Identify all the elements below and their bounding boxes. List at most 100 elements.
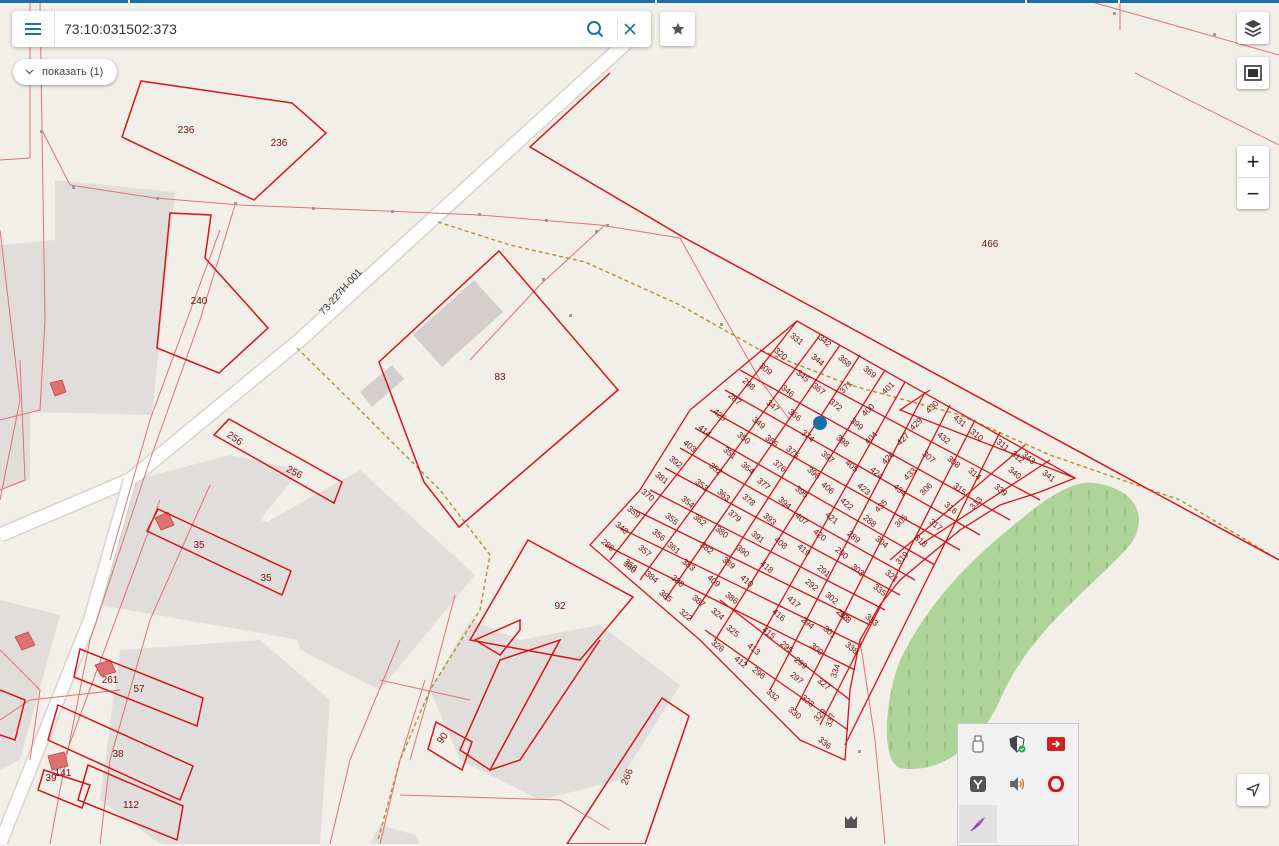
- plot-label: 424: [868, 464, 886, 481]
- plot-label: 304: [873, 533, 891, 550]
- plot-label: 422: [838, 495, 856, 512]
- plot-label: 421: [823, 509, 841, 526]
- plot-label: 313: [967, 494, 984, 511]
- plot-label: 348: [613, 519, 631, 536]
- parcel-label: 112: [123, 800, 139, 811]
- plot-label: 307: [920, 448, 938, 465]
- plot-label: 412: [732, 653, 750, 670]
- tray-pen-button[interactable]: [959, 805, 997, 843]
- plot-label: 356: [650, 526, 668, 543]
- plot-label: 330: [786, 704, 804, 721]
- tray-security-button[interactable]: [998, 725, 1036, 763]
- search-button[interactable]: [583, 17, 607, 41]
- chevron-down-icon: [25, 69, 34, 75]
- tray-app-button[interactable]: [1037, 725, 1075, 763]
- plot-label: 286: [599, 536, 617, 553]
- plot-label: 334: [828, 662, 842, 679]
- favorite-button[interactable]: [660, 12, 695, 46]
- parcel-label: 92: [554, 601, 566, 612]
- plot-label: 309: [757, 360, 775, 377]
- parcel-label: 141: [55, 768, 72, 779]
- top-accent-bar: [0, 0, 1279, 3]
- plot-label: 372: [827, 396, 845, 413]
- plot-label: 425: [711, 406, 729, 423]
- plot-label: 342: [816, 332, 834, 349]
- plot-label: 367: [810, 380, 828, 397]
- plot-label: 419: [795, 541, 813, 558]
- plot-label: 405: [843, 457, 861, 474]
- zoom-in-button[interactable]: +: [1237, 146, 1269, 178]
- plot-label: 403: [681, 437, 699, 454]
- parcel-label: 236: [271, 138, 288, 149]
- plot-label: 292: [803, 576, 821, 593]
- plot-label: 393: [761, 510, 779, 527]
- plus-icon: +: [1246, 148, 1260, 174]
- plot-label: 288: [861, 512, 879, 529]
- parcel-label: 256: [224, 430, 244, 449]
- show-results-button[interactable]: показать (1): [13, 59, 118, 85]
- search-icon: [587, 21, 604, 38]
- usb-drive-icon: [972, 735, 984, 753]
- plot-label: 375: [784, 443, 802, 460]
- zoom-out-button[interactable]: −: [1237, 178, 1269, 209]
- plot-label: 390: [734, 542, 752, 559]
- plot-label: 338: [843, 639, 861, 656]
- parcel-label: 261: [102, 675, 119, 686]
- plot-label: 423: [855, 480, 873, 497]
- tray-volume-button[interactable]: [998, 765, 1036, 803]
- plot-label: 417: [785, 593, 803, 610]
- plot-label: 295: [778, 638, 796, 655]
- cadastral-map[interactable]: 73-227Н-001 236 236 240 83 466 256 256 3…: [0, 0, 1279, 844]
- plot-label: 327: [815, 675, 833, 692]
- yandex-icon: [970, 776, 986, 792]
- fullscreen-icon: [1244, 65, 1262, 81]
- plot-label: 333: [863, 611, 881, 628]
- plot-label: 358: [622, 556, 640, 573]
- plot-label: 306: [917, 480, 934, 497]
- fullscreen-button[interactable]: [1237, 57, 1269, 89]
- parcel-label: 57: [133, 684, 145, 695]
- search-input[interactable]: [64, 17, 574, 41]
- parcel-label: 240: [191, 296, 208, 307]
- plot-label: 434: [891, 481, 909, 498]
- plot-label: 374: [799, 427, 817, 444]
- clear-search-button[interactable]: [618, 17, 642, 41]
- industrial-zones: [0, 180, 680, 844]
- plot-label: 359: [625, 503, 643, 520]
- hamburger-menu-icon: [25, 23, 41, 35]
- layers-icon: [1244, 20, 1262, 38]
- layers-button[interactable]: [1237, 12, 1269, 44]
- plot-label: 368: [836, 352, 854, 369]
- close-icon: [624, 23, 636, 35]
- plot-label: 370: [639, 486, 657, 503]
- selected-object-marker[interactable]: [813, 416, 827, 430]
- plot-label: 301: [821, 623, 839, 640]
- tray-yandex-button[interactable]: [959, 765, 997, 803]
- plot-label: 378: [740, 491, 758, 508]
- plot-label: 400: [859, 401, 876, 418]
- plot-label: 396: [805, 464, 823, 481]
- parcel-label: 35: [260, 573, 272, 584]
- locate-button[interactable]: [1237, 774, 1269, 806]
- utility-points: [40, 12, 1216, 753]
- search-bar: [12, 11, 651, 47]
- buildings: [360, 280, 503, 407]
- feather-pen-icon: [970, 817, 985, 832]
- plot-label: 432: [935, 429, 953, 446]
- plot-label: 376: [771, 457, 789, 474]
- tray-usb-button[interactable]: [959, 725, 997, 763]
- plot-label: 296: [750, 664, 768, 681]
- plot-label: 357: [636, 542, 654, 559]
- navigation-arrow-icon: [1246, 783, 1260, 797]
- plot-label: 291: [815, 562, 833, 579]
- plot-label: 381: [653, 469, 671, 486]
- plot-label: 346: [779, 382, 797, 399]
- menu-button[interactable]: [12, 11, 55, 47]
- monument-icon: [845, 816, 857, 828]
- plot-label: 322: [677, 606, 695, 623]
- plot-label: 406: [819, 479, 837, 496]
- plot-label: 420: [811, 526, 829, 543]
- opera-icon: [1048, 776, 1064, 792]
- plot-label: 332: [764, 686, 782, 703]
- tray-opera-button[interactable]: [1037, 765, 1075, 803]
